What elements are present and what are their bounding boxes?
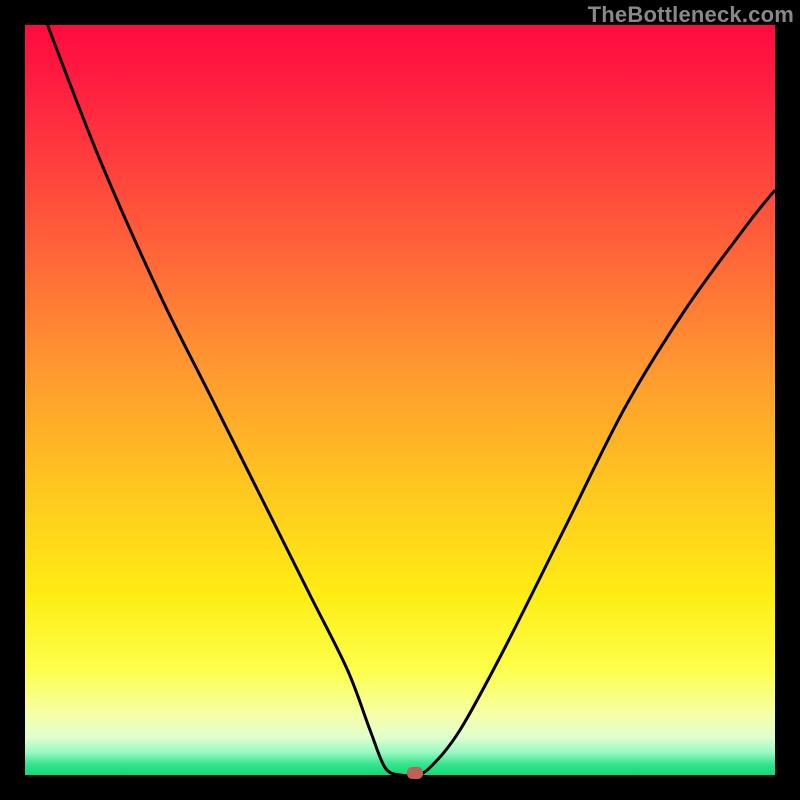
chart-frame: TheBottleneck.com [0, 0, 800, 800]
curve-svg [25, 25, 775, 775]
plot-area [25, 25, 775, 775]
optimum-marker [407, 767, 423, 779]
bottleneck-curve-path [48, 25, 776, 775]
